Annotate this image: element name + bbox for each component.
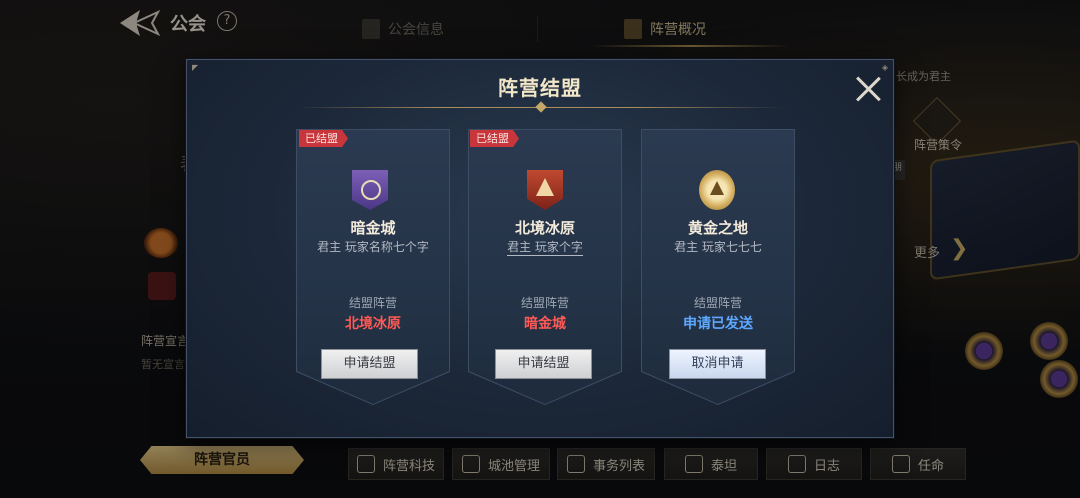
faction-name: 黄金之地 (687, 219, 748, 237)
allied-badge: 已结盟 (299, 130, 348, 147)
ally-label: 结盟阵营 (348, 296, 397, 310)
faction-leader-link[interactable]: 君主 玩家个字 (468, 238, 622, 256)
game-screen: 公会 ? 公会信息 阵营概况 长成为君主 阵营策令 朋 更多 ❯ 表 阵营宣言 … (0, 0, 1080, 498)
cancel-request-button[interactable]: 取消申请 (669, 349, 766, 379)
corner-ornament-icon: ◈ (881, 63, 888, 72)
ally-value: 暗金城 (524, 316, 566, 332)
gold-round-emblem-icon (699, 170, 735, 210)
dialog-title: 阵营结盟 (498, 76, 582, 100)
faction-leader-text: 君主 玩家个字 (507, 240, 583, 256)
ally-label: 结盟阵营 (693, 296, 742, 310)
corner-ornament-icon: ◤ (192, 63, 199, 72)
request-status: 申请已发送 (683, 316, 753, 332)
ally-value: 北境冰原 (345, 316, 401, 332)
ally-label: 结盟阵营 (520, 296, 569, 310)
title-gem-icon (535, 101, 547, 113)
faction-name: 北境冰原 (514, 219, 575, 237)
faction-leader: 君主 玩家名称七个字 (317, 240, 429, 254)
close-icon[interactable] (855, 75, 883, 103)
apply-alliance-button[interactable]: 申请结盟 (495, 349, 592, 379)
apply-alliance-button[interactable]: 申请结盟 (321, 349, 418, 379)
allied-badge: 已结盟 (470, 130, 519, 147)
faction-leader: 君主 玩家七七七 (674, 240, 762, 254)
faction-name: 暗金城 (350, 219, 396, 237)
faction-alliance-dialog: ◤ ◈ 阵营结盟 已结盟 暗金城 君主 玩家名称七个字 结盟阵营 北境冰原 申请… (186, 59, 894, 438)
